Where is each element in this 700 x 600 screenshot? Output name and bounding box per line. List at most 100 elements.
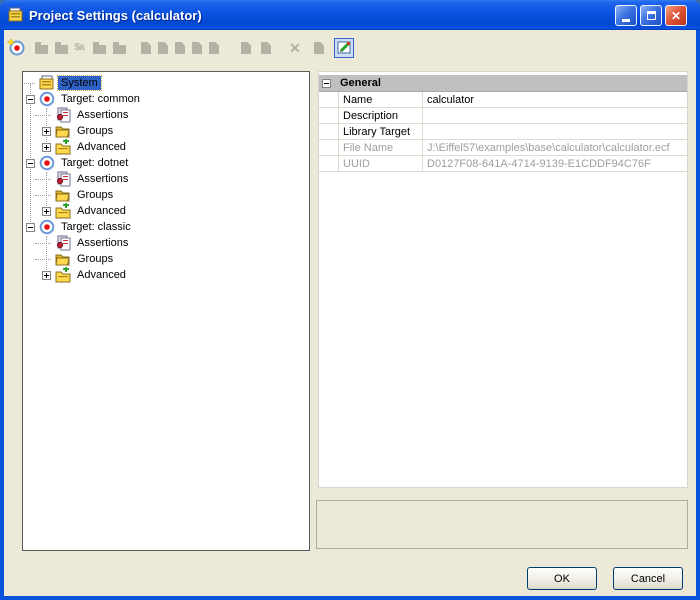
tree-item-system[interactable]: System [25,75,309,91]
edit-configuration-button[interactable] [334,38,354,58]
dialog-content: $a ✕ [4,30,696,596]
property-value: J:\Eiffel57\examples\base\calculator\cal… [423,142,687,154]
tree-item-advanced-common[interactable]: Advanced [41,139,309,155]
maximize-icon [647,11,656,20]
tree-item-label: Assertions [74,172,131,186]
tree-item-target-classic[interactable]: Target: classic [25,219,309,235]
tree-panel: System Target: common [22,71,310,551]
document-icon [314,42,324,54]
property-row-library-target: Library Target [319,124,687,140]
tree-item-groups-classic[interactable]: Groups [41,251,309,267]
minimize-button[interactable] [615,5,637,26]
tree-item-groups-common[interactable]: Groups [41,123,309,139]
assertions-icon [55,107,71,123]
toolbar-add-button-7 [154,39,172,57]
description-box [316,500,688,549]
groups-icon [55,123,71,139]
tree-item-label: System [58,76,101,90]
expand-icon[interactable] [42,271,51,280]
assertions-icon [55,171,71,187]
document-icon [209,42,219,54]
collapse-icon[interactable] [26,223,35,232]
window-icon [8,7,24,23]
property-label: Library Target [339,124,423,139]
property-value[interactable]: calculator [423,94,687,106]
property-value: D0127F08-641A-4714-9139-E1CDDF94C76F [423,158,687,170]
property-row-uuid: UUID D0127F08-641A-4714-9139-E1CDDF94C76… [319,156,687,172]
tree-item-label: Target: classic [58,220,134,234]
tree-item-label: Target: dotnet [58,156,131,170]
system-icon [39,75,55,91]
tree-item-label: Advanced [74,140,129,154]
edit-pencil-icon [336,39,352,58]
folder-icon [93,45,106,54]
property-row-file-name: File Name J:\Eiffel57\examples\base\calc… [319,140,687,156]
document-icon [261,42,271,54]
toolbar-add-button-4 [90,39,108,57]
tree-item-label: Advanced [74,268,129,282]
document-icon [158,42,168,54]
project-settings-window: Project Settings (calculator) ✕ [0,0,700,600]
expand-icon[interactable] [42,207,51,216]
toolbar-add-button-3: $a [70,39,88,57]
collapse-icon[interactable] [26,159,35,168]
maximize-button[interactable] [640,5,662,26]
toolbar-add-button-1 [32,39,50,57]
document-icon [141,42,151,54]
properties-panel: General Name calculator Description Libr… [318,71,688,488]
ok-button[interactable]: OK [527,567,597,590]
toolbar-add-button-8 [171,39,189,57]
property-label: UUID [339,156,423,171]
section-label: General [340,77,381,89]
advanced-icon [55,139,71,155]
folder-icon [55,45,68,54]
property-row-name: Name calculator [319,92,687,108]
tree-item-target-dotnet[interactable]: Target: dotnet [25,155,309,171]
collapse-icon[interactable] [26,95,35,104]
toolbar-add-button-11 [237,39,255,57]
folder-icon [113,45,126,54]
toolbar: $a ✕ [4,30,696,66]
tree-item-target-common[interactable]: Target: common [25,91,309,107]
tree-item-groups-dotnet[interactable]: Groups [41,187,309,203]
target-icon [7,38,25,59]
close-icon: ✕ [671,10,681,22]
toolbar-add-button-2 [52,39,70,57]
tree-item-label: Target: common [58,92,143,106]
title-bar[interactable]: Project Settings (calculator) ✕ [0,0,700,30]
collapse-icon[interactable] [322,79,331,88]
tree-item-assertions-common[interactable]: Assertions [41,107,309,123]
tree-item-assertions-classic[interactable]: Assertions [41,235,309,251]
assertions-icon [55,235,71,251]
tree-item-label: Advanced [74,204,129,218]
property-label: Description [339,108,423,123]
groups-icon [55,187,71,203]
tree-item-advanced-dotnet[interactable]: Advanced [41,203,309,219]
cancel-button[interactable]: Cancel [613,567,683,590]
tree-item-label: Groups [74,252,116,266]
window-title: Project Settings (calculator) [29,8,202,23]
x-icon: ✕ [289,41,301,55]
toolbar-add-button-12 [257,39,275,57]
toolbar-add-button-6 [137,39,155,57]
groups-icon [55,251,71,267]
document-icon [241,42,251,54]
toolbar-add-button-5 [110,39,128,57]
folder-icon [35,45,48,54]
new-target-button[interactable] [7,39,25,57]
tree-item-label: Assertions [74,236,131,250]
tree-item-label: Assertions [74,108,131,122]
toolbar-add-button-9 [188,39,206,57]
tree-item-assertions-dotnet[interactable]: Assertions [41,171,309,187]
target-icon [39,155,55,171]
property-section-general[interactable]: General [319,75,687,92]
tree-item-advanced-classic[interactable]: Advanced [41,267,309,283]
document-icon [192,42,202,54]
advanced-icon [55,203,71,219]
expand-icon[interactable] [42,143,51,152]
close-button[interactable]: ✕ [665,5,687,26]
property-label: File Name [339,140,423,155]
target-icon [39,219,55,235]
tree-item-label: Groups [74,124,116,138]
expand-icon[interactable] [42,127,51,136]
